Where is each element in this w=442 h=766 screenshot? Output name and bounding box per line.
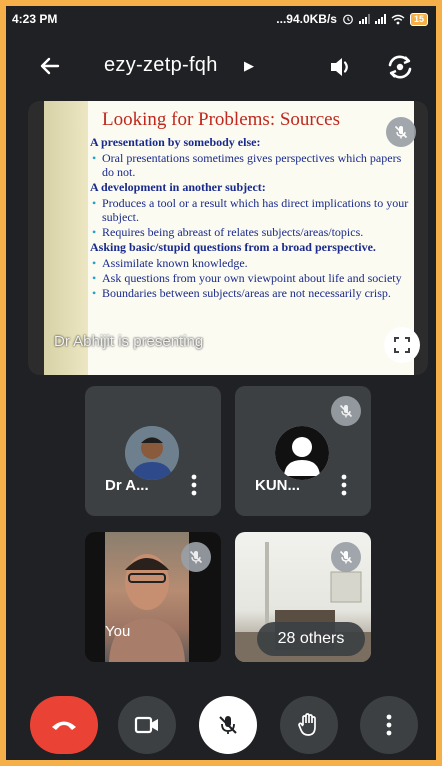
slide-heading: Asking basic/stupid questions from a bro… [90, 240, 376, 254]
slide-body: A presentation by somebody else: Oral pr… [90, 135, 412, 301]
status-bar: 4:23 PM ...94.0KB/s 15 [6, 6, 436, 32]
network-speed: ...94.0KB/s [276, 12, 337, 26]
camera-toggle-button[interactable] [118, 696, 176, 754]
self-video-tile[interactable]: You [85, 532, 221, 662]
slide-bullet: Assimilate known knowledge. [90, 256, 412, 270]
wifi-icon [391, 14, 405, 24]
more-vert-icon [386, 714, 392, 736]
meet-screen: 4:23 PM ...94.0KB/s 15 ezy-zetp-fqh ▶ Lo… [6, 6, 436, 760]
participant-name: Dr A... [105, 477, 149, 494]
mic-toggle-button[interactable] [199, 696, 257, 754]
slide-bullet: Ask questions from your own viewpoint ab… [90, 271, 412, 285]
more-options-icon[interactable] [341, 474, 347, 496]
self-video [105, 532, 189, 662]
participant-name: You [105, 623, 131, 640]
slide-bullet: Produces a tool or a result which has di… [90, 196, 412, 224]
slide-heading: A development in another subject: [90, 180, 266, 194]
others-tile[interactable]: 28 others [235, 532, 371, 662]
end-call-button[interactable] [30, 696, 98, 754]
battery-icon: 15 [409, 12, 428, 26]
meeting-top-bar: ezy-zetp-fqh ▶ [6, 44, 436, 88]
video-camera-icon [134, 716, 158, 734]
status-time: 4:23 PM [12, 12, 58, 26]
meeting-details-caret-icon[interactable]: ▶ [244, 58, 254, 74]
raise-hand-button[interactable] [280, 696, 338, 754]
more-options-button[interactable] [360, 696, 418, 754]
fullscreen-icon [394, 337, 410, 353]
participant-name: KUN... [255, 477, 300, 494]
mic-off-icon [219, 716, 237, 734]
slide-bullet: Requires being abreast of relates subjec… [90, 225, 412, 239]
alarm-icon [343, 14, 353, 25]
meeting-code[interactable]: ezy-zetp-fqh [104, 54, 218, 77]
slide-title: Looking for Problems: Sources [102, 109, 341, 130]
switch-camera-icon[interactable] [384, 51, 416, 83]
muted-mic-icon [386, 117, 416, 147]
participant-avatar [125, 426, 179, 480]
signal-icon [358, 14, 370, 24]
muted-mic-icon [331, 542, 361, 572]
raise-hand-icon [298, 713, 316, 736]
presentation-tile[interactable]: Looking for Problems: Sources A presenta… [28, 101, 428, 375]
fullscreen-button[interactable] [384, 327, 420, 363]
slide-heading: A presentation by somebody else: [90, 135, 261, 149]
status-icons: ...94.0KB/s 15 [276, 12, 428, 26]
end-call-icon [52, 721, 76, 730]
signal-icon-2 [374, 14, 386, 24]
presenter-label: Dr Abhijit is presenting [54, 333, 204, 350]
participant-tile[interactable]: KUN... [235, 386, 371, 516]
slide-bullet: Oral presentations sometimes gives persp… [90, 151, 412, 179]
default-avatar-icon [275, 426, 329, 480]
slide-bullet: Boundaries between subjects/areas are no… [90, 286, 412, 300]
back-arrow-icon[interactable] [36, 52, 64, 80]
muted-mic-icon [331, 396, 361, 426]
more-options-icon[interactable] [191, 474, 197, 496]
muted-mic-icon [181, 542, 211, 572]
speaker-icon[interactable] [326, 52, 356, 82]
participant-tile[interactable]: Dr A... [85, 386, 221, 516]
others-count-chip[interactable]: 28 others [257, 622, 365, 656]
